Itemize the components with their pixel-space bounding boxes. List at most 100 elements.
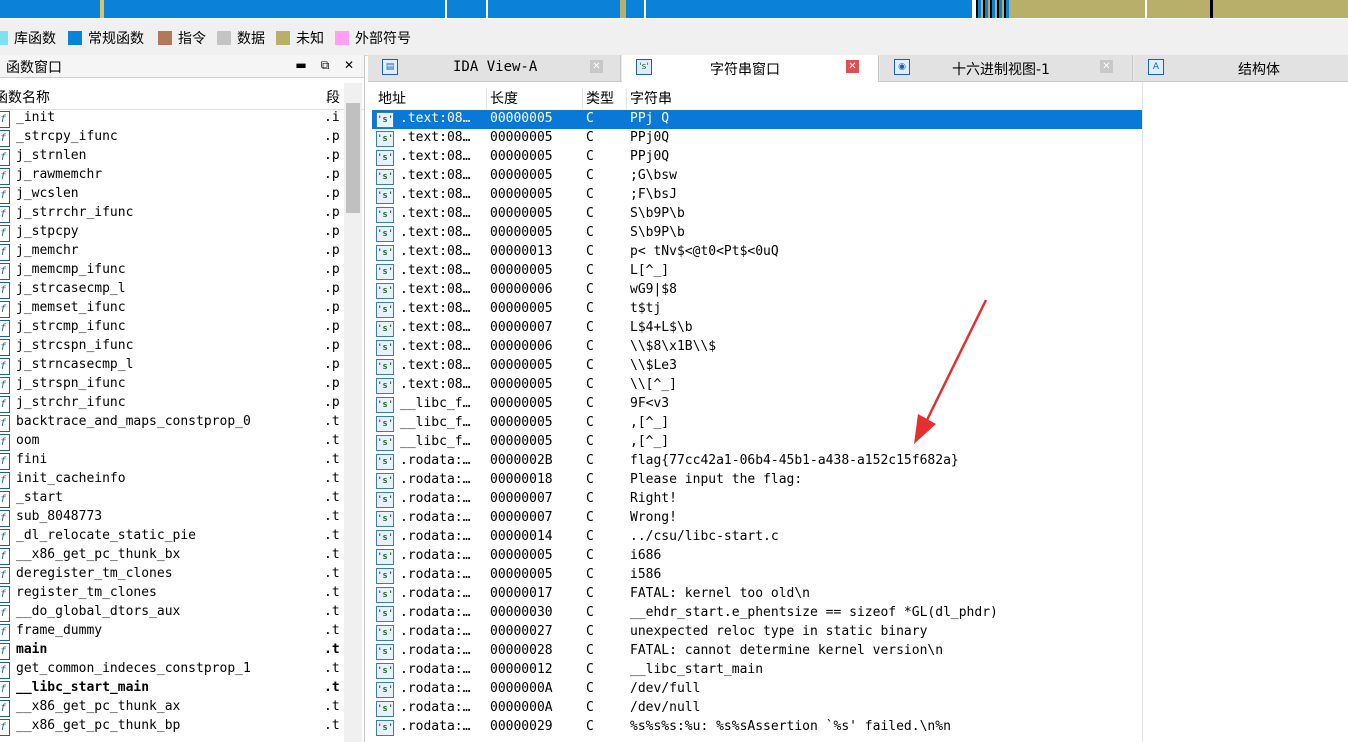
- string-row[interactable]: 's' __libc_f… 00000005 C 9F<v3: [372, 395, 1143, 414]
- function-row[interactable]: f j_strnlen .p: [0, 147, 344, 166]
- function-row[interactable]: f j_rawmemchr .p: [0, 166, 344, 185]
- function-row[interactable]: f j_memchr .p: [0, 242, 344, 261]
- close-tab-icon[interactable]: ✕: [590, 60, 603, 73]
- string-icon: 's': [376, 359, 394, 375]
- string-row[interactable]: 's' .text:08… 00000007 C L$4+L$\b: [372, 319, 1143, 338]
- string-row[interactable]: 's' .rodata:… 0000002B Cflag{77cc42a1-06b4-…: [372, 452, 1143, 471]
- nav-marker: [100, 0, 104, 18]
- string-row[interactable]: 's' .rodata:… 00000029 C %s%s%s:%u: %s%sAsse…: [372, 718, 1143, 737]
- function-row[interactable]: f _strcpy_ifunc .p: [0, 128, 344, 147]
- scrollbar-thumb[interactable]: [346, 103, 360, 213]
- tab-structures[interactable]: A 结构体: [1134, 55, 1348, 81]
- function-segment: .t: [324, 661, 340, 676]
- string-row[interactable]: 's' .rodata:… 00000005 Ci686: [372, 547, 1143, 566]
- string-row[interactable]: 's' .rodata:… 00000007 C Right!: [372, 490, 1143, 509]
- string-row[interactable]: 's' .text:08… 00000006 CwG9|$8: [372, 281, 1143, 300]
- function-row[interactable]: f register_tm_clones .t: [0, 584, 344, 603]
- string-address: .text:08…: [400, 358, 471, 373]
- string-row[interactable]: 's' .text:08… 00000005 C \\$Le3: [372, 357, 1143, 376]
- string-type: C: [586, 415, 594, 430]
- close-tab-icon[interactable]: ✕: [1100, 60, 1113, 73]
- string-row[interactable]: 's' .rodata:… 00000030 C __ehdr_start.e_phen…: [372, 604, 1143, 623]
- function-segment: .p: [324, 338, 340, 353]
- function-row[interactable]: f backtrace_and_maps_constprop_0 .t: [0, 413, 344, 432]
- function-row[interactable]: f __libc_start_main .t: [0, 679, 344, 698]
- column-header-function-name[interactable]: 函数名称: [0, 87, 50, 107]
- functions-scrollbar[interactable]: [344, 83, 362, 742]
- close-tab-icon[interactable]: ✕: [846, 60, 859, 73]
- string-row[interactable]: 's' .text:08… 00000005 C L[^_]: [372, 262, 1143, 281]
- string-row[interactable]: 's' .rodata:… 00000027 Cunexpected reloc ty…: [372, 623, 1143, 642]
- string-row[interactable]: 's' .text:08… 00000005 C S\b9P\b: [372, 224, 1143, 243]
- function-row[interactable]: f __do_global_dtors_aux .t: [0, 603, 344, 622]
- tab-hex-view-1[interactable]: ◉ 十六进制视图-1 ✕: [880, 55, 1133, 81]
- function-row[interactable]: f j_stpcpy .p: [0, 223, 344, 242]
- function-row[interactable]: f __x86_get_pc_thunk_ax .t: [0, 698, 344, 717]
- function-row[interactable]: f __x86_get_pc_thunk_bp .t: [0, 717, 344, 736]
- function-segment: .p: [324, 376, 340, 391]
- function-row[interactable]: f j_strcasecmp_l .p: [0, 280, 344, 299]
- function-row[interactable]: f j_strncasecmp_l .p: [0, 356, 344, 375]
- function-row[interactable]: f j_memset_ifunc .p: [0, 299, 344, 318]
- string-row[interactable]: 's' .rodata:… 00000005 Ci586: [372, 566, 1143, 585]
- string-row[interactable]: 's' .rodata:… 0000000A C/dev/full: [372, 680, 1143, 699]
- function-row[interactable]: f _init .i: [0, 109, 344, 128]
- function-row[interactable]: f init_cacheinfo .t: [0, 470, 344, 489]
- function-row[interactable]: f j_strcmp_ifunc .p: [0, 318, 344, 337]
- function-name: main: [16, 642, 48, 657]
- function-row[interactable]: f deregister_tm_clones .t: [0, 565, 344, 584]
- column-header-type[interactable]: 类型: [586, 88, 627, 110]
- string-row-selected[interactable]: 's' .text:08… 00000005 C PPj Q: [372, 110, 1143, 129]
- tab-ida-view-a[interactable]: ▤ IDA View-A ✕: [368, 55, 621, 81]
- function-row[interactable]: f sub_8048773 .t: [0, 508, 344, 527]
- function-row[interactable]: f j_memcmp_ifunc .p: [0, 261, 344, 280]
- string-row[interactable]: 's' __libc_f… 00000005 C ,[^_]: [372, 414, 1143, 433]
- minimize-icon[interactable]: ▬: [292, 56, 310, 74]
- string-row[interactable]: 's' .rodata:… 00000012 C __libc_start_main: [372, 661, 1143, 680]
- tab-strings-window[interactable]: 's' 字符串窗口 ✕: [622, 55, 879, 82]
- string-row[interactable]: 's' .text:08… 00000005 C \\[^_]: [372, 376, 1143, 395]
- string-row[interactable]: 's' .text:08… 00000006 C \\$8\x1B\\$: [372, 338, 1143, 357]
- string-row[interactable]: 's' .rodata:… 00000007 C Wrong!: [372, 509, 1143, 528]
- string-row[interactable]: 's' .rodata:… 00000017 C FATAL: kernel too o…: [372, 585, 1143, 604]
- string-address: .text:08…: [400, 149, 471, 164]
- string-row[interactable]: 's' .text:08… 00000005 C ;G\bsw: [372, 167, 1143, 186]
- string-type: C: [586, 624, 594, 639]
- column-header-length[interactable]: 长度: [490, 88, 583, 110]
- function-row[interactable]: f j_strchr_ifunc .p: [0, 394, 344, 413]
- function-row[interactable]: f _start .t: [0, 489, 344, 508]
- function-row[interactable]: f j_wcslen .p: [0, 185, 344, 204]
- function-row[interactable]: f __x86_get_pc_thunk_bx .t: [0, 546, 344, 565]
- string-row[interactable]: 's' .text:08… 00000005 C ;F\bsJ: [372, 186, 1143, 205]
- function-name: j_strcasecmp_l: [16, 281, 126, 296]
- navigation-band[interactable]: [0, 0, 1348, 18]
- function-row[interactable]: f frame_dummy .t: [0, 622, 344, 641]
- function-row[interactable]: f j_strrchr_ifunc .p: [0, 204, 344, 223]
- function-segment: .t: [324, 680, 340, 695]
- column-header-address[interactable]: 地址: [378, 88, 487, 110]
- column-header-string[interactable]: 字符串: [630, 88, 1140, 110]
- string-row[interactable]: 's' .text:08… 00000005 C S\b9P\b: [372, 205, 1143, 224]
- string-row[interactable]: 's' .rodata:… 0000000A C/dev/null: [372, 699, 1143, 718]
- string-address: .text:08…: [400, 130, 471, 145]
- string-row[interactable]: 's' .rodata:… 00000018 C Please input the fl…: [372, 471, 1143, 490]
- function-row[interactable]: f _dl_relocate_static_pie .t: [0, 527, 344, 546]
- string-row[interactable]: 's' .text:08… 00000005 C PPj0Q: [372, 148, 1143, 167]
- string-row[interactable]: 's' .rodata:… 00000028 C FATAL: cannot deter…: [372, 642, 1143, 661]
- string-row[interactable]: 's' .text:08… 00000005 Ct$tj: [372, 300, 1143, 319]
- function-row[interactable]: f oom .t: [0, 432, 344, 451]
- string-row[interactable]: 's' .text:08… 00000013 Cp< tNv$<@t0<Pt$<0uQ: [372, 243, 1143, 262]
- string-row[interactable]: 's' .text:08… 00000005 C PPj0Q: [372, 129, 1143, 148]
- function-row[interactable]: f get_common_indeces_constprop_1 .t: [0, 660, 344, 679]
- function-row[interactable]: f j_strspn_ifunc .p: [0, 375, 344, 394]
- column-header-segment[interactable]: 段: [326, 87, 340, 107]
- string-row[interactable]: 's' .rodata:… 00000014 C ../csu/libc-start.c: [372, 528, 1143, 547]
- string-icon: 's': [376, 245, 394, 261]
- restore-icon[interactable]: ⧉: [316, 56, 334, 74]
- close-icon[interactable]: ✕: [340, 56, 358, 74]
- function-row[interactable]: f j_strcspn_ifunc .p: [0, 337, 344, 356]
- function-row[interactable]: f fini .t: [0, 451, 344, 470]
- function-row[interactable]: f main .t: [0, 641, 344, 660]
- string-address: .text:08…: [400, 187, 471, 202]
- string-row[interactable]: 's' __libc_f… 00000005 C ,[^_]: [372, 433, 1143, 452]
